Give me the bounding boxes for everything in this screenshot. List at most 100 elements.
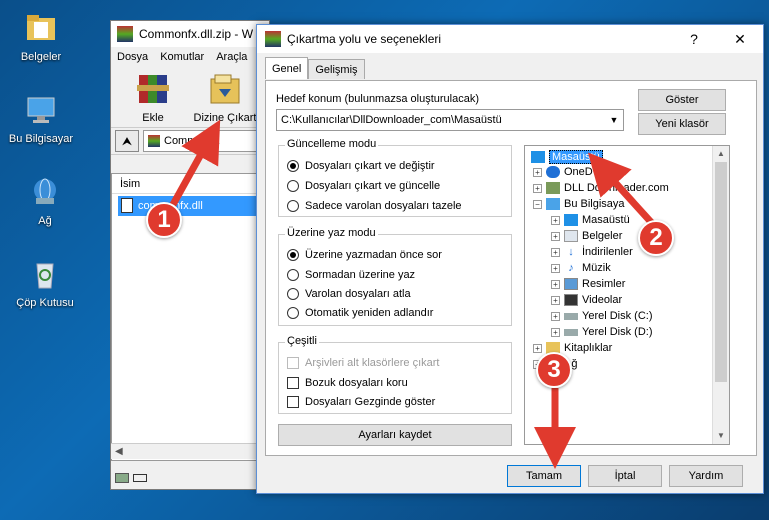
new-folder-button[interactable]: Yeni klasör bbox=[638, 113, 726, 135]
address-field[interactable]: Commonfx. bbox=[143, 130, 265, 152]
status-bar bbox=[111, 467, 269, 489]
overwrite-mode-title: Üzerine yaz modu bbox=[285, 227, 378, 239]
annotation-badge-3: 3 bbox=[536, 352, 572, 388]
tab-advanced[interactable]: Gelişmiş bbox=[308, 59, 365, 79]
tree-item-this-pc[interactable]: − Bu Bilgisaya bbox=[533, 198, 625, 210]
destination-label: Hedef konum (bulunmazsa oluşturulacak) bbox=[276, 93, 479, 105]
recycle-bin-icon bbox=[36, 263, 54, 289]
winrar-title-bar[interactable]: Commonfx.dll.zip - W bbox=[111, 21, 269, 47]
address-text: Commonfx. bbox=[164, 135, 221, 147]
tree-item-user[interactable]: + DLL Downloader.com bbox=[533, 182, 669, 194]
computer-icon bbox=[27, 97, 55, 123]
scroll-thumb[interactable] bbox=[715, 162, 727, 382]
chevron-down-icon[interactable]: ▼ bbox=[605, 110, 623, 130]
overwrite-option-skip[interactable]: Varolan dosyaları atla bbox=[287, 288, 411, 300]
radio-icon bbox=[287, 200, 299, 212]
update-mode-group: Güncelleme modu Dosyaları çıkart ve deği… bbox=[278, 138, 512, 217]
up-arrow-icon: ⮝ bbox=[121, 133, 133, 148]
tree-item-drive-c[interactable]: + Yerel Disk (C:) bbox=[551, 310, 653, 322]
dialog-title-bar[interactable]: Çıkartma yolu ve seçenekleri ? ✕ bbox=[257, 25, 763, 53]
scroll-left-icon: ◀ bbox=[115, 446, 123, 457]
save-settings-button[interactable]: Ayarları kaydet bbox=[278, 424, 512, 446]
tree-item-drive-d[interactable]: + Yerel Disk (D:) bbox=[551, 326, 653, 338]
tree-item-music[interactable]: + ♪ Müzik bbox=[551, 262, 611, 274]
documents-icon bbox=[564, 230, 578, 242]
scroll-down-icon[interactable]: ▼ bbox=[713, 428, 729, 444]
help-button[interactable]: Yardım bbox=[669, 465, 743, 487]
tree-item-onedrive[interactable]: + OneD bbox=[533, 166, 593, 178]
desktop-icon-network[interactable]: Ağ bbox=[10, 176, 80, 227]
update-option-replace[interactable]: Dosyaları çıkart ve değiştir bbox=[287, 160, 435, 172]
desktop-icon bbox=[564, 214, 578, 226]
network-icon bbox=[34, 178, 56, 204]
misc-group: Çeşitli Arşivleri alt klasörlere çıkart … bbox=[278, 335, 512, 414]
desktop-icon bbox=[531, 151, 545, 163]
update-option-freshen[interactable]: Sadece varolan dosyaları tazele bbox=[287, 200, 462, 212]
tab-bar: Genel Gelişmiş bbox=[265, 57, 365, 79]
misc-option-show-in-explorer[interactable]: Dosyaları Gezginde göster bbox=[287, 396, 435, 408]
winrar-address-bar: ⮝ Commonfx. bbox=[111, 127, 269, 155]
extract-to-button[interactable]: Dizine Çıkart bbox=[193, 71, 257, 124]
column-name-header[interactable]: İsim bbox=[112, 174, 268, 194]
horizontal-scrollbar[interactable]: ◀ bbox=[111, 443, 269, 459]
tree-vertical-scrollbar[interactable]: ▲ ▼ bbox=[712, 146, 729, 444]
menu-commands[interactable]: Komutlar bbox=[160, 51, 204, 63]
winrar-menu-bar: Dosya Komutlar Araçla bbox=[111, 47, 269, 67]
winrar-toolbar: Ekle Dizine Çıkart bbox=[111, 67, 269, 127]
add-button[interactable]: Ekle bbox=[121, 71, 185, 124]
overwrite-option-without-prompt[interactable]: Sormadan üzerine yaz bbox=[287, 269, 415, 281]
tree-item-documents[interactable]: + Belgeler bbox=[551, 230, 622, 242]
tree-item-pictures[interactable]: + Resimler bbox=[551, 278, 625, 290]
key-icon bbox=[133, 474, 147, 482]
menu-tools[interactable]: Araçla bbox=[216, 51, 247, 63]
radio-icon bbox=[287, 180, 299, 192]
dll-file-icon bbox=[121, 198, 133, 213]
misc-option-keep-broken[interactable]: Bozuk dosyaları koru bbox=[287, 377, 408, 389]
radio-icon bbox=[287, 160, 299, 172]
overwrite-option-ask[interactable]: Üzerine yazmadan önce sor bbox=[287, 249, 442, 261]
checkbox-icon bbox=[287, 396, 299, 408]
tree-item-libraries[interactable]: + Kitaplıklar bbox=[533, 342, 612, 354]
video-icon bbox=[564, 294, 578, 306]
pictures-icon bbox=[564, 278, 578, 290]
close-button[interactable]: ✕ bbox=[717, 25, 763, 53]
radio-icon bbox=[287, 269, 299, 281]
folder-tree: Masaüstü + OneD + DLL Downloader.com − Bu B… bbox=[524, 145, 730, 445]
tree-item-videos[interactable]: + Videolar bbox=[551, 294, 622, 306]
checkbox-icon bbox=[287, 357, 299, 369]
misc-option-subfolders: Arşivleri alt klasörlere çıkart bbox=[287, 357, 439, 369]
desktop-icon-recycle-bin[interactable]: Çöp Kutusu bbox=[10, 258, 80, 309]
overwrite-option-rename[interactable]: Otomatik yeniden adlandır bbox=[287, 307, 433, 319]
destination-path-value: C:\Kullanıcılar\DllDownloader_com\Masaüs… bbox=[281, 114, 502, 126]
annotation-badge-1: 1 bbox=[146, 202, 182, 238]
menu-file[interactable]: Dosya bbox=[117, 51, 148, 63]
user-icon bbox=[546, 182, 560, 194]
scroll-up-icon[interactable]: ▲ bbox=[713, 146, 729, 162]
winrar-logo-icon bbox=[265, 31, 281, 47]
dialog-title: Çıkartma yolu ve seçenekleri bbox=[287, 32, 442, 46]
tree-item-downloads[interactable]: + ↓ İndirilenler bbox=[551, 246, 633, 258]
desktop-icon-computer[interactable]: Bu Bilgisayar bbox=[6, 94, 76, 145]
update-mode-title: Güncelleme modu bbox=[285, 138, 379, 150]
ok-button[interactable]: Tamam bbox=[507, 465, 581, 487]
destination-path-combo[interactable]: C:\Kullanıcılar\DllDownloader_com\Masaüs… bbox=[276, 109, 624, 131]
tree-item-desktop[interactable]: Masaüstü bbox=[531, 150, 603, 164]
show-button[interactable]: Göster bbox=[638, 89, 726, 111]
winrar-window: Commonfx.dll.zip - W Dosya Komutlar Araç… bbox=[110, 20, 270, 490]
up-folder-button[interactable]: ⮝ bbox=[115, 130, 139, 152]
misc-title: Çeşitli bbox=[285, 335, 319, 347]
help-title-button[interactable]: ? bbox=[671, 25, 717, 53]
drive-icon bbox=[564, 312, 578, 320]
drive-status-icon bbox=[115, 473, 129, 483]
list-item[interactable]: commonfx.dll bbox=[118, 196, 262, 216]
update-option-update[interactable]: Dosyaları çıkart ve güncelle bbox=[287, 180, 440, 192]
cancel-button[interactable]: İptal bbox=[588, 465, 662, 487]
tab-general[interactable]: Genel bbox=[265, 57, 309, 79]
computer-icon bbox=[546, 198, 560, 210]
annotation-badge-2: 2 bbox=[638, 220, 674, 256]
radio-icon bbox=[287, 307, 299, 319]
cloud-icon bbox=[546, 166, 560, 178]
winrar-logo-icon bbox=[117, 26, 133, 42]
tree-item-pc-desktop[interactable]: + Masaüstü bbox=[551, 214, 630, 226]
desktop-icon-documents[interactable]: Belgeler bbox=[6, 12, 76, 63]
